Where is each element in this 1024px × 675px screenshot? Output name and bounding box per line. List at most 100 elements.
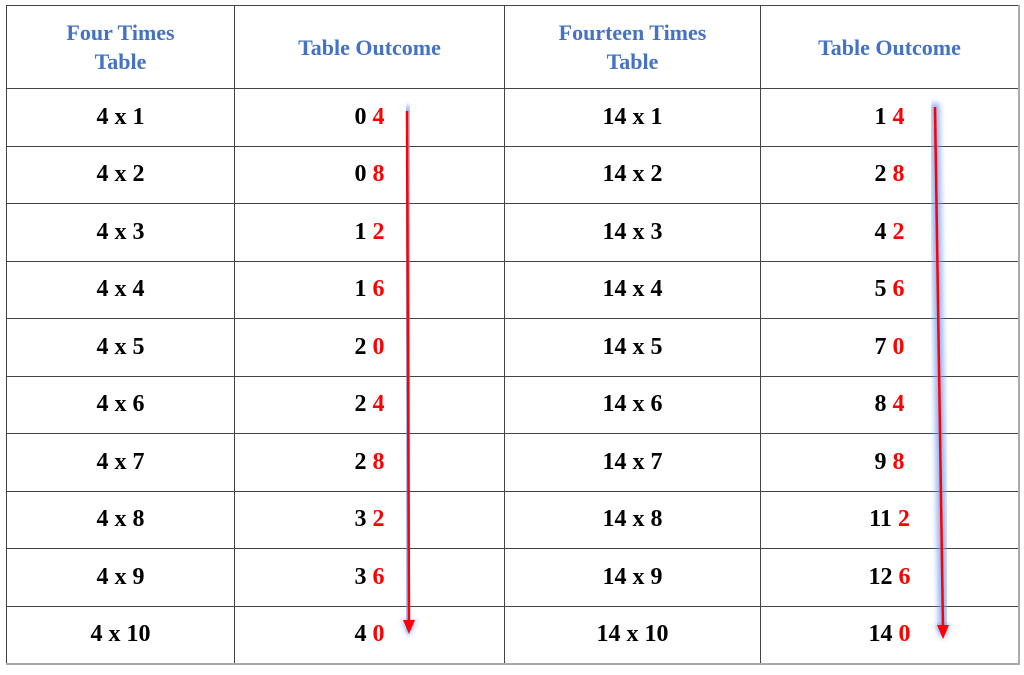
table-row: 4 x 83 2 14 x 8 11 2	[6, 490, 1020, 549]
four-outcome: 1 6	[234, 260, 505, 319]
outcome-last-digit: 6	[372, 276, 385, 303]
four-expression: 4 x 8	[6, 490, 235, 549]
outcome-lead-digits: 3	[354, 563, 367, 590]
outcome-lead-digits: 14	[868, 621, 893, 648]
outcome-lead-digits: 0	[354, 103, 367, 130]
four-expression: 4 x 6	[6, 375, 235, 434]
table-row: 4 x 20 8 14 x 22 8	[6, 145, 1020, 204]
outcome-last-digit: 8	[372, 448, 385, 475]
four-expression: 4 x 3	[6, 203, 235, 262]
table-row: 4 x 10 4 14 x 11 4	[6, 88, 1020, 147]
outcome-last-digit: 8	[892, 448, 905, 475]
outcome-lead-digits: 4	[874, 218, 887, 245]
outcome-lead-digits: 1	[354, 276, 367, 303]
outcome-lead-digits: 5	[874, 276, 887, 303]
outcome-lead-digits: 1	[354, 218, 367, 245]
fourteen-expression: 14 x 8	[504, 490, 761, 549]
header-four-times-table: Four Times Table	[6, 5, 235, 89]
header-four-outcome: Table Outcome	[234, 5, 505, 89]
outcome-last-digit: 0	[372, 333, 385, 360]
outcome-lead-digits: 0	[354, 161, 367, 188]
table-body: 4 x 10 4 14 x 11 44 x 20 8 14 x 22 84 x 31…	[6, 88, 1020, 665]
fourteen-outcome: 9 8	[760, 433, 1020, 492]
fourteen-outcome: 2 8	[760, 145, 1020, 204]
fourteen-expression: 14 x 4	[504, 260, 761, 319]
fourteen-expression: 14 x 3	[504, 203, 761, 262]
header-row: Four Times Table Table Outcome Fourteen …	[6, 5, 1020, 89]
table-row: 4 x 41 6 14 x 45 6	[6, 260, 1020, 319]
header-line: Fourteen Times	[558, 20, 707, 45]
fourteen-expression: 14 x 9	[504, 548, 761, 607]
fourteen-outcome: 5 6	[760, 260, 1020, 319]
fourteen-outcome: 12 6	[760, 548, 1020, 607]
header-line: Four Times	[66, 20, 175, 45]
four-expression: 4 x 4	[6, 260, 235, 319]
four-outcome: 2 8	[234, 433, 505, 492]
four-outcome: 1 2	[234, 203, 505, 262]
header-line: Table	[94, 49, 147, 74]
four-expression: 4 x 10	[6, 605, 235, 665]
outcome-last-digit: 0	[898, 621, 911, 648]
fourteen-expression: 14 x 5	[504, 318, 761, 377]
outcome-lead-digits: 2	[354, 391, 367, 418]
fourteen-outcome: 7 0	[760, 318, 1020, 377]
outcome-last-digit: 6	[898, 563, 911, 590]
four-expression: 4 x 9	[6, 548, 235, 607]
fourteen-expression: 14 x 1	[504, 88, 761, 147]
table-row: 4 x 62 4 14 x 68 4	[6, 375, 1020, 434]
outcome-lead-digits: 12	[868, 563, 893, 590]
four-expression: 4 x 5	[6, 318, 235, 377]
fourteen-outcome: 8 4	[760, 375, 1020, 434]
outcome-last-digit: 8	[892, 161, 905, 188]
header-fourteen-outcome: Table Outcome	[760, 5, 1020, 89]
outcome-last-digit: 4	[372, 103, 385, 130]
outcome-lead-digits: 2	[354, 333, 367, 360]
outcome-last-digit: 6	[892, 276, 905, 303]
four-outcome: 3 2	[234, 490, 505, 549]
outcome-lead-digits: 8	[874, 391, 887, 418]
four-outcome: 0 8	[234, 145, 505, 204]
header-fourteen-times-table: Fourteen Times Table	[504, 5, 761, 89]
outcome-lead-digits: 9	[874, 448, 887, 475]
four-outcome: 2 0	[234, 318, 505, 377]
outcome-last-digit: 0	[892, 333, 905, 360]
times-table-comparison: Four Times Table Table Outcome Fourteen …	[6, 5, 1020, 665]
fourteen-expression: 14 x 10	[504, 605, 761, 665]
outcome-lead-digits: 2	[874, 161, 887, 188]
table-row: 4 x 52 0 14 x 57 0	[6, 318, 1020, 377]
fourteen-outcome: 1 4	[760, 88, 1020, 147]
outcome-last-digit: 4	[892, 391, 905, 418]
outcome-last-digit: 0	[372, 621, 385, 648]
outcome-lead-digits: 1	[874, 103, 887, 130]
outcome-last-digit: 2	[372, 506, 385, 533]
outcome-last-digit: 4	[892, 103, 905, 130]
fourteen-outcome: 11 2	[760, 490, 1020, 549]
fourteen-expression: 14 x 7	[504, 433, 761, 492]
header-line: Table Outcome	[818, 34, 961, 60]
table-row: 4 x 72 8 14 x 79 8	[6, 433, 1020, 492]
outcome-lead-digits: 4	[354, 621, 367, 648]
outcome-lead-digits: 3	[354, 506, 367, 533]
outcome-lead-digits: 11	[869, 506, 892, 533]
header-line: Table Outcome	[298, 34, 441, 60]
four-outcome: 2 4	[234, 375, 505, 434]
four-expression: 4 x 7	[6, 433, 235, 492]
outcome-last-digit: 2	[372, 218, 385, 245]
fourteen-expression: 14 x 6	[504, 375, 761, 434]
fourteen-outcome: 14 0	[760, 605, 1020, 665]
outcome-last-digit: 8	[372, 161, 385, 188]
four-outcome: 4 0	[234, 605, 505, 665]
four-expression: 4 x 2	[6, 145, 235, 204]
four-expression: 4 x 1	[6, 88, 235, 147]
outcome-lead-digits: 7	[874, 333, 887, 360]
outcome-last-digit: 6	[372, 563, 385, 590]
table-row: 4 x 31 2 14 x 34 2	[6, 203, 1020, 262]
fourteen-expression: 14 x 2	[504, 145, 761, 204]
outcome-last-digit: 2	[892, 218, 905, 245]
outcome-last-digit: 2	[897, 506, 910, 533]
fourteen-outcome: 4 2	[760, 203, 1020, 262]
four-outcome: 0 4	[234, 88, 505, 147]
header-line: Table	[606, 49, 659, 74]
table-row: 4 x 10 4 0 14 x 10 14 0	[6, 605, 1020, 665]
outcome-lead-digits: 2	[354, 448, 367, 475]
